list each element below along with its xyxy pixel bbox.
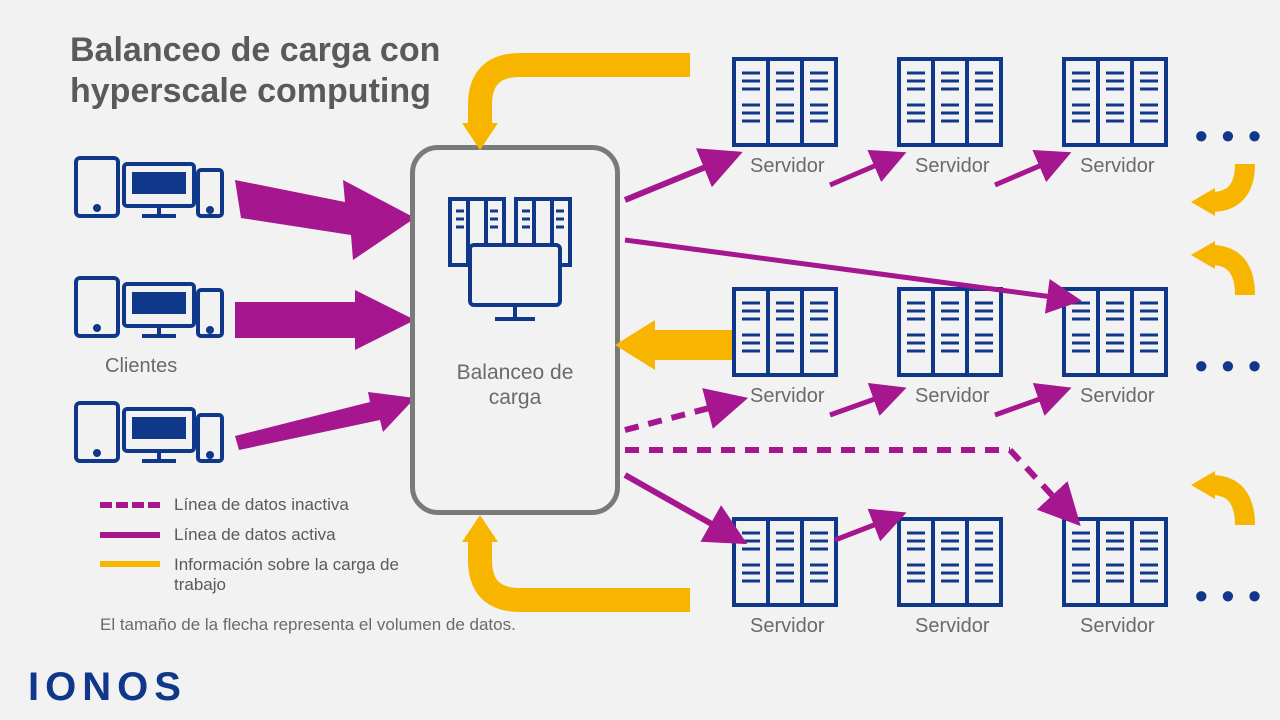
legend-swatch-active bbox=[100, 532, 160, 538]
legend-swatch-workload bbox=[100, 561, 160, 567]
legend-active: Línea de datos activa bbox=[100, 525, 336, 545]
workload-arrow-edge bbox=[1185, 455, 1265, 535]
legend-inactive: Línea de datos inactiva bbox=[100, 495, 349, 515]
legend-text-inactive: Línea de datos inactiva bbox=[174, 495, 349, 515]
brand-logo: IONOS bbox=[28, 665, 187, 710]
server-connection-arrows bbox=[0, 0, 1280, 720]
legend-workload: Información sobre la carga de trabajo bbox=[100, 555, 434, 596]
legend-text-workload: Información sobre la carga de trabajo bbox=[174, 555, 434, 596]
legend-text-active: Línea de datos activa bbox=[174, 525, 336, 545]
workload-arrow-edge bbox=[1185, 225, 1265, 305]
caption-text: El tamaño de la flecha representa el vol… bbox=[100, 615, 516, 635]
legend-swatch-inactive bbox=[100, 502, 160, 508]
